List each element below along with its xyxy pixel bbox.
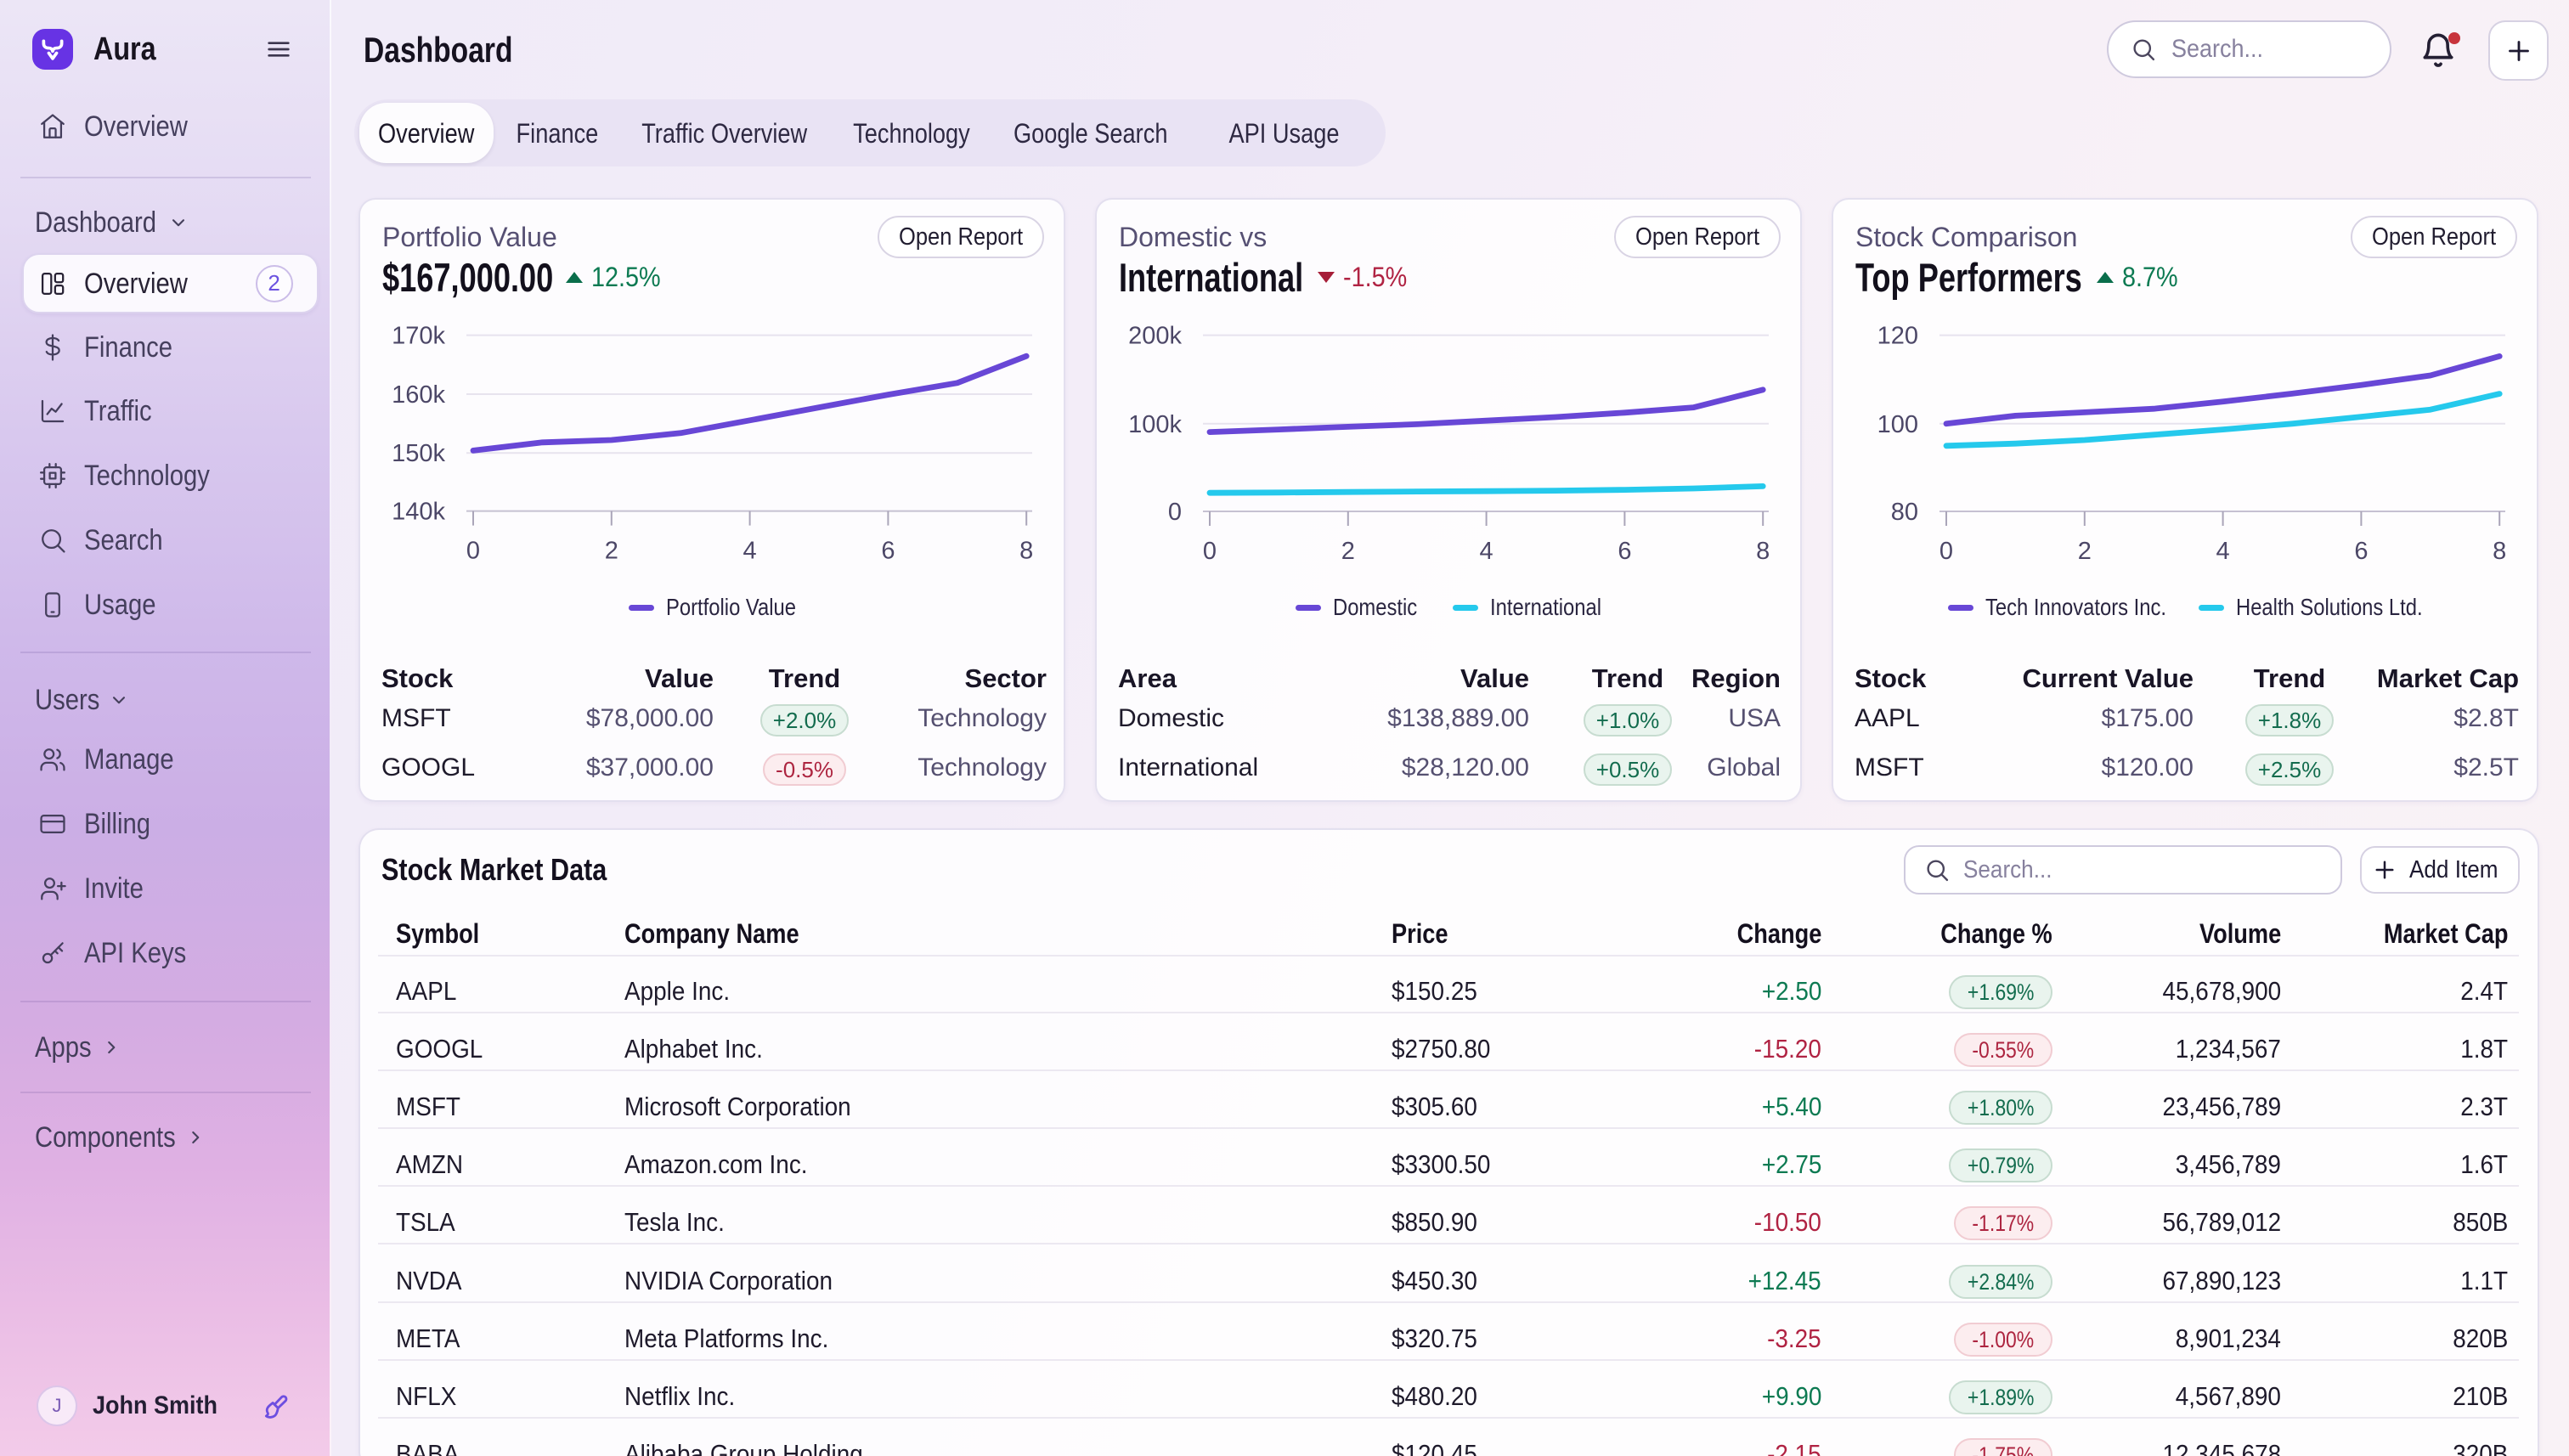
svg-text:8: 8 bbox=[1019, 538, 1033, 565]
svg-text:8: 8 bbox=[2493, 538, 2506, 565]
svg-text:4: 4 bbox=[2216, 538, 2230, 565]
svg-text:80: 80 bbox=[1891, 499, 1918, 526]
svg-text:6: 6 bbox=[881, 538, 895, 565]
svg-text:140k: 140k bbox=[392, 499, 445, 526]
svg-text:200k: 200k bbox=[1128, 323, 1182, 350]
svg-text:2: 2 bbox=[1341, 538, 1355, 565]
svg-text:6: 6 bbox=[1618, 538, 1631, 565]
svg-text:0: 0 bbox=[1939, 538, 1953, 565]
svg-text:8: 8 bbox=[1756, 538, 1770, 565]
svg-text:2: 2 bbox=[2078, 538, 2092, 565]
svg-text:0: 0 bbox=[466, 538, 480, 565]
svg-text:170k: 170k bbox=[392, 323, 445, 350]
svg-text:150k: 150k bbox=[392, 440, 445, 467]
svg-text:4: 4 bbox=[1480, 538, 1493, 565]
svg-text:6: 6 bbox=[2354, 538, 2368, 565]
svg-text:0: 0 bbox=[1203, 538, 1217, 565]
svg-text:160k: 160k bbox=[392, 381, 445, 409]
svg-text:100k: 100k bbox=[1128, 411, 1182, 438]
svg-text:4: 4 bbox=[743, 538, 757, 565]
svg-text:0: 0 bbox=[1168, 499, 1182, 526]
svg-text:120: 120 bbox=[1877, 323, 1918, 350]
svg-text:2: 2 bbox=[605, 538, 618, 565]
svg-text:100: 100 bbox=[1877, 411, 1918, 438]
